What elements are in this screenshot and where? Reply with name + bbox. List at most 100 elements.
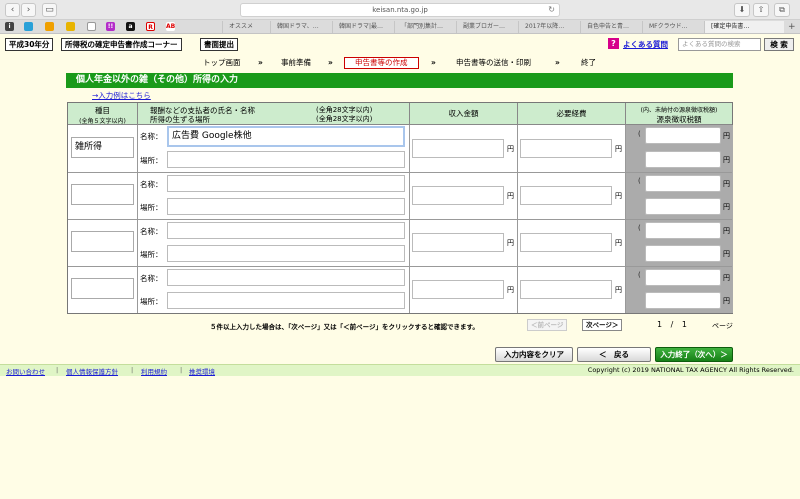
name-input[interactable]	[167, 175, 405, 192]
tabs-overview-icon[interactable]: ⧉	[774, 3, 790, 17]
tab-1[interactable]: オススメ	[222, 21, 270, 33]
tab-5[interactable]: 副業ブロガー…	[456, 21, 518, 33]
name-label: 名称：	[140, 227, 163, 236]
withholding-input[interactable]	[645, 151, 721, 168]
place-input[interactable]	[167, 198, 405, 215]
tab-3[interactable]: 韓国ドラマ|最…	[332, 21, 394, 33]
yen-unit: 円	[723, 180, 730, 188]
tab-8[interactable]: MFクラウド…	[642, 21, 704, 33]
tab-active[interactable]: [確定申告書…	[704, 21, 784, 33]
next-page-button[interactable]: 次ページ＞	[582, 319, 623, 331]
step-create-active: 申告書等の作成	[344, 57, 419, 69]
finish-next-button[interactable]: 入力終了（次へ）＞	[655, 347, 733, 362]
withholding-input[interactable]	[645, 198, 721, 215]
unpaid-withholding-input[interactable]	[645, 175, 721, 192]
kind-input[interactable]	[71, 231, 134, 252]
info-icon[interactable]: i	[5, 22, 14, 31]
new-tab-icon[interactable]: +	[786, 21, 800, 33]
page-indicator: 1 / 1	[657, 320, 687, 329]
income-input[interactable]	[412, 233, 504, 252]
example-link[interactable]: →入力例はこちら	[92, 90, 151, 101]
yen-unit: 円	[507, 192, 514, 200]
forward-icon[interactable]: ›	[21, 3, 36, 17]
withholding-input[interactable]	[645, 245, 721, 262]
header-income: 収入金額	[410, 103, 518, 125]
income-input[interactable]	[412, 139, 504, 158]
back-button[interactable]: ＜ 戻る	[577, 347, 651, 362]
folder-icon[interactable]	[66, 22, 75, 31]
prev-page-button[interactable]: ＜前ページ	[527, 319, 568, 331]
terms-link[interactable]: 利用規約	[141, 366, 167, 376]
kind-input[interactable]	[71, 184, 134, 205]
header-kind-label: 種目	[95, 106, 110, 115]
browser-toolbar: ‹ › ▭ keisan.nta.go.jp ↻ ⬇ ⇧ ⧉	[0, 0, 800, 20]
row-divider	[68, 219, 732, 220]
tab-6[interactable]: 2017年以降…	[518, 21, 580, 33]
withholding-input[interactable]	[645, 292, 721, 309]
bookmark-icon[interactable]	[24, 22, 33, 31]
name-label: 名称：	[140, 180, 163, 189]
bookmark-tt-icon[interactable]: !!	[106, 22, 115, 31]
search-button[interactable]: 検 索	[764, 38, 794, 51]
clear-input-button[interactable]: 入力内容をクリア	[495, 347, 573, 362]
current-page: 1	[657, 320, 663, 329]
place-label: 場所：	[140, 297, 163, 306]
kind-input[interactable]	[71, 278, 134, 299]
sidebar-icon[interactable]: ▭	[42, 3, 57, 17]
ab-icon[interactable]: AB	[166, 22, 175, 31]
tab-7[interactable]: 自色申告と青…	[580, 21, 642, 33]
open-paren: (	[638, 177, 641, 185]
document-icon[interactable]	[87, 22, 96, 31]
unpaid-withholding-input[interactable]	[645, 127, 721, 144]
income-input[interactable]	[412, 280, 504, 299]
amazon-icon[interactable]: a	[126, 22, 135, 31]
step-arrow: »	[555, 58, 560, 67]
place-input[interactable]	[167, 292, 405, 309]
income-input[interactable]	[412, 186, 504, 205]
faq-search-input[interactable]: よくある質問の検索	[678, 38, 761, 51]
expenses-input[interactable]	[520, 233, 612, 252]
analytics-icon[interactable]	[45, 22, 54, 31]
footer-separator: |	[131, 366, 134, 374]
url-bar[interactable]: keisan.nta.go.jp ↻	[240, 3, 560, 17]
page-separator: /	[670, 320, 674, 329]
name-input[interactable]	[167, 222, 405, 239]
download-icon[interactable]: ⬇	[734, 3, 750, 17]
faq-link[interactable]: よくある質問	[623, 39, 668, 50]
unpaid-withholding-input[interactable]	[645, 222, 721, 239]
back-icon[interactable]: ‹	[5, 3, 20, 17]
privacy-policy-link[interactable]: 個人情報保護方針	[66, 366, 118, 376]
kind-input[interactable]: 雑所得	[71, 137, 134, 158]
yen-unit: 円	[507, 239, 514, 247]
expenses-input[interactable]	[520, 139, 612, 158]
yen-unit: 円	[723, 203, 730, 211]
unpaid-withholding-input[interactable]	[645, 269, 721, 286]
contact-link[interactable]: お問い合わせ	[6, 366, 45, 376]
name-input[interactable]: 広告費 Google株他	[167, 126, 405, 147]
yen-unit: 円	[723, 156, 730, 164]
header-kind: 種目 (全角５文字以内)	[68, 103, 138, 125]
tab-4[interactable]: 「部門別集計…	[394, 21, 456, 33]
recommended-env-link[interactable]: 推奨環境	[189, 366, 215, 376]
expenses-input[interactable]	[520, 280, 612, 299]
share-icon[interactable]: ⇧	[753, 3, 769, 17]
rakuten-icon[interactable]: R	[146, 22, 155, 31]
expenses-input[interactable]	[520, 186, 612, 205]
reload-icon[interactable]: ↻	[548, 4, 555, 16]
header-withholding: (内、未納付の源泉徴収税額) 源泉徴収税額	[626, 103, 732, 125]
yen-unit: 円	[615, 286, 622, 294]
open-paren: (	[638, 271, 641, 279]
place-input[interactable]	[167, 245, 405, 262]
yen-unit: 円	[615, 145, 622, 153]
yen-unit: 円	[615, 192, 622, 200]
app-title: 所得税の確定申告書作成コーナー	[61, 38, 182, 51]
tab-2[interactable]: 韓国ドラマ、…	[270, 21, 332, 33]
step-arrow: »	[258, 58, 263, 67]
place-input[interactable]	[167, 151, 405, 168]
header-payer-place-note: (全角28文字以内)	[316, 115, 373, 123]
row-divider	[68, 266, 732, 267]
header-payer: 報酬などの支払者の氏名・名称 (全角28文字以内) 所得の生ずる場所 (全角28…	[138, 103, 410, 125]
name-input[interactable]	[167, 269, 405, 286]
yen-unit: 円	[507, 145, 514, 153]
step-arrow: »	[328, 58, 333, 67]
